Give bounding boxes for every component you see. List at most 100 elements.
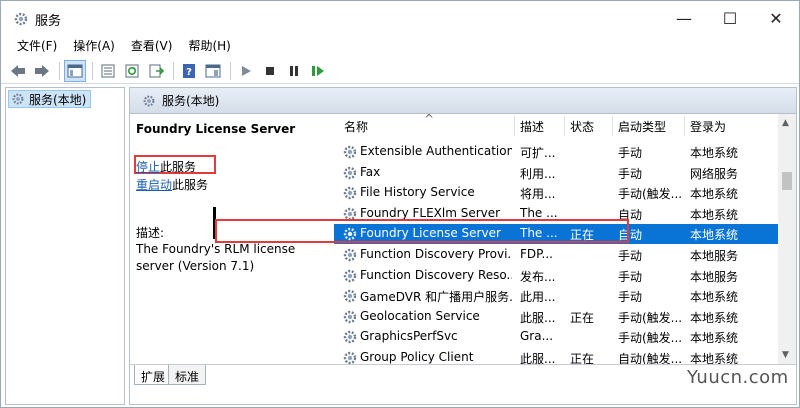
column-divider[interactable] — [514, 116, 515, 136]
pause-icon[interactable] — [283, 60, 305, 82]
minimize-button[interactable]: — — [661, 1, 707, 35]
service-logon-as: 本地系统 — [690, 331, 739, 346]
stop-icon[interactable] — [259, 60, 281, 82]
tree-item-services-local[interactable]: 服务(本地) — [8, 90, 92, 108]
menu-file[interactable]: 文件(F) — [9, 36, 65, 56]
toolbar-separator — [230, 61, 231, 80]
service-name: Function Discovery Reso... — [360, 267, 512, 282]
restart-service-link[interactable]: 重启动 — [136, 178, 172, 192]
maximize-button[interactable]: ☐ — [707, 1, 753, 35]
column-header-description[interactable]: 描述 — [520, 118, 544, 135]
service-gear-icon — [343, 145, 357, 159]
restart-service-suffix: 此服务 — [172, 178, 209, 192]
service-description: FDP... — [520, 247, 553, 261]
show-tree-icon[interactable] — [64, 59, 86, 82]
service-name: GameDVR 和广播用户服务... — [360, 290, 512, 305]
service-row[interactable]: GraphicsPerfSvc Gra... 手动(触发... 本地系统 — [334, 327, 782, 347]
service-gear-icon — [343, 186, 357, 200]
stop-service-link[interactable]: 停止 — [136, 160, 160, 174]
sort-up-icon: ^ — [424, 114, 435, 126]
services-gear-icon — [14, 12, 28, 26]
pane-header: 服务(本地) — [130, 88, 796, 114]
service-logon-as: 本地系统 — [690, 207, 739, 222]
vertical-scrollbar[interactable]: ▲ ▼ — [778, 114, 796, 364]
service-startup-type: 手动(触发... — [618, 310, 683, 325]
service-name: Group Policy Client — [360, 350, 474, 364]
service-startup-type: 自动(触发... — [618, 352, 683, 364]
description-label: 描述: — [136, 226, 165, 240]
toolbar-separator — [92, 61, 93, 80]
menu-view[interactable]: 查看(V) — [123, 36, 181, 56]
window-title: 服务 — [35, 14, 62, 29]
scroll-down-icon[interactable]: ▼ — [782, 350, 789, 360]
refresh-icon[interactable] — [121, 60, 143, 82]
service-startup-type: 手动 — [618, 166, 643, 181]
service-logon-as: 本地系统 — [690, 352, 739, 364]
column-divider[interactable] — [684, 116, 685, 136]
column-divider[interactable] — [612, 116, 613, 136]
service-startup-type: 手动 — [618, 249, 643, 263]
selected-row-highlight — [215, 219, 629, 243]
service-description: 将用... — [520, 187, 556, 202]
service-row[interactable]: Fax 利用... 手动 网络服务 — [334, 163, 782, 183]
service-name: Fax — [360, 164, 381, 179]
service-gear-icon — [343, 269, 357, 282]
help-icon[interactable]: ? — [178, 60, 200, 82]
column-header-startup-type[interactable]: 启动类型 — [618, 118, 666, 135]
service-logon-as: 本地服务 — [690, 269, 739, 284]
service-row[interactable]: Function Discovery Reso... 发布... 手动 本地服务 — [334, 266, 782, 286]
services-gear-icon — [12, 93, 24, 105]
menu-bar: 文件(F) 操作(A) 查看(V) 帮助(H) — [1, 35, 799, 57]
toolbar-separator — [173, 61, 174, 80]
close-button[interactable]: ✕ — [753, 1, 799, 35]
service-logon-as: 本地系统 — [690, 187, 739, 202]
service-gear-icon — [343, 248, 357, 262]
services-gear-icon — [143, 95, 155, 106]
pane-header-title: 服务(本地) — [162, 94, 220, 108]
column-header-logon-as[interactable]: 登录为 — [690, 118, 726, 135]
resume-icon[interactable] — [307, 60, 329, 82]
watermark: Yuucn.com — [687, 367, 789, 388]
column-header-status[interactable]: 状态 — [570, 118, 594, 135]
list-header: ^ 名称 描述 状态 启动类型 登录为 — [334, 114, 796, 138]
service-startup-type: 手动 — [618, 290, 643, 305]
service-gear-icon — [343, 310, 357, 323]
tree-item-label: 服务(本地) — [29, 92, 87, 107]
stop-service-row: 停止此服务 — [136, 158, 196, 175]
column-header-name[interactable]: 名称 — [344, 118, 368, 135]
column-divider[interactable] — [564, 116, 565, 136]
service-gear-icon — [343, 289, 357, 303]
scrollbar-thumb[interactable] — [782, 172, 792, 190]
forward-icon[interactable] — [31, 60, 53, 82]
service-row[interactable]: GameDVR 和广播用户服务... 此用... 手动 本地系统 — [334, 286, 782, 306]
tab-extended[interactable]: 扩展 — [134, 365, 173, 385]
service-description: 此服... — [520, 310, 556, 325]
show-pane-icon[interactable] — [202, 60, 224, 82]
service-row[interactable]: Geolocation Service 此服... 正在 手动(触发... 本地系统 — [334, 307, 782, 327]
toolbar: ? — [1, 58, 799, 84]
back-icon[interactable] — [7, 60, 29, 82]
service-description: The ... — [520, 205, 558, 220]
service-row[interactable]: Group Policy Client 此服... 正在 自动(触发... 本地系统 — [334, 348, 782, 364]
start-icon[interactable] — [235, 60, 257, 82]
navigation-tree: 服务(本地) — [5, 87, 125, 405]
service-title: Foundry License Server — [136, 122, 296, 136]
service-startup-type: 手动(触发... — [618, 187, 683, 202]
service-logon-as: 本地系统 — [690, 290, 739, 305]
scroll-up-icon[interactable]: ▲ — [782, 118, 789, 128]
service-name: Foundry FLEXlm Server — [360, 205, 501, 220]
menu-action[interactable]: 操作(A) — [65, 36, 123, 56]
tab-standard[interactable]: 标准 — [168, 365, 207, 385]
service-description: 利用... — [520, 166, 556, 181]
menu-help[interactable]: 帮助(H) — [180, 36, 238, 56]
service-row[interactable]: Function Discovery Provi... FDP... 手动 本地服务 — [334, 245, 782, 265]
export-icon[interactable] — [145, 60, 167, 82]
service-name: File History Service — [360, 185, 475, 200]
properties-icon[interactable] — [97, 60, 119, 82]
service-gear-icon — [343, 351, 357, 364]
service-name: Geolocation Service — [360, 308, 480, 323]
service-row[interactable]: Extensible Authentication... 可扩... 手动 本地系统 — [334, 142, 782, 162]
service-description: Gra... — [520, 329, 554, 344]
service-gear-icon — [343, 166, 357, 179]
service-row[interactable]: File History Service 将用... 手动(触发... 本地系统 — [334, 183, 782, 203]
